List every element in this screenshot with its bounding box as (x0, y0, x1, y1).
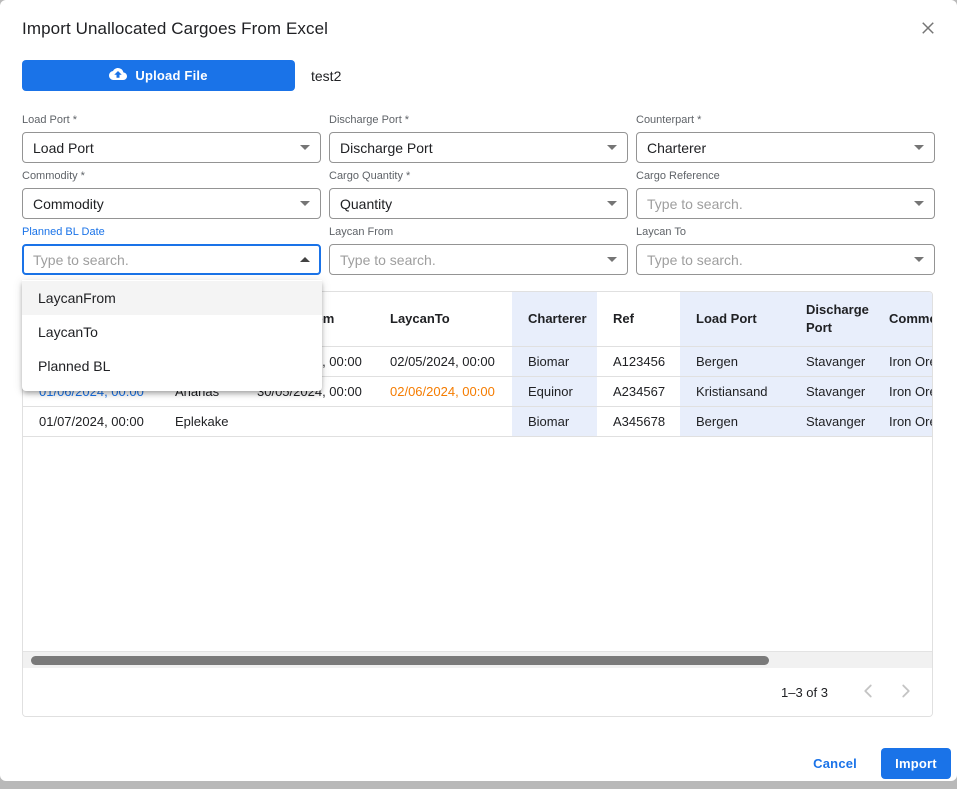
form-field-load-port: Load Port * Load Port (22, 113, 321, 163)
field-label: Load Port * (22, 113, 321, 128)
upload-file-label: Upload File (135, 68, 207, 83)
import-button[interactable]: Import (881, 748, 951, 779)
field-placeholder: Type to search. (340, 252, 436, 268)
dialog-title: Import Unallocated Cargoes From Excel (22, 19, 935, 39)
form-grid: Load Port *Load PortDischarge Port *Disc… (22, 113, 935, 275)
chevron-down-icon (914, 201, 924, 206)
load-port-select[interactable]: Load Port (22, 132, 321, 163)
table-cell: Equinor (512, 376, 597, 406)
table-cell: Biomar (512, 406, 597, 436)
form-field-commodity: Commodity * Commodity (22, 169, 321, 219)
chevron-up-icon (300, 257, 310, 262)
dropdown-option-laycanfrom[interactable]: LaycanFrom (22, 281, 322, 315)
field-label: Laycan To (636, 225, 935, 240)
field-placeholder: Type to search. (33, 252, 129, 268)
field-label: Discharge Port * (329, 113, 628, 128)
table-cell: Stavanger (790, 346, 873, 376)
planned-bl-date-select[interactable]: Type to search. (22, 244, 321, 275)
table-cell: Stavanger (790, 376, 873, 406)
field-value: Load Port (33, 140, 94, 156)
dialog-footer: Cancel Import (813, 748, 951, 779)
uploaded-file-name: test2 (311, 68, 341, 84)
column-header-laycanto: LaycanTo (374, 292, 512, 346)
column-header-charterer: Charterer (512, 292, 597, 346)
table-cell (374, 406, 512, 436)
dropdown-option-laycanto[interactable]: LaycanTo (22, 315, 322, 349)
table-cell: Iron Ore (873, 346, 932, 376)
close-icon (919, 19, 937, 40)
table-cell: Iron Ore (873, 406, 932, 436)
table-cell: Bergen (680, 346, 790, 376)
field-label: Counterpart * (636, 113, 935, 128)
close-button[interactable] (916, 17, 940, 41)
chevron-down-icon (300, 201, 310, 206)
form-field-cargo-quantity: Cargo Quantity * Quantity (329, 169, 628, 219)
upload-file-button[interactable]: Upload File (22, 60, 295, 91)
field-value: Quantity (340, 196, 392, 212)
table-cell: Stavanger (790, 406, 873, 436)
table-cell: A234567 (597, 376, 680, 406)
table-cell: 01/07/2024, 00:00 (23, 406, 159, 436)
commodity-select[interactable]: Commodity (22, 188, 321, 219)
counterpart-select[interactable]: Charterer (636, 132, 935, 163)
dropdown-option-planned-bl[interactable]: Planned BL (22, 349, 322, 383)
upload-row: Upload File test2 (22, 60, 935, 91)
column-header-ref: Ref (597, 292, 680, 346)
field-placeholder: Type to search. (647, 252, 743, 268)
chevron-down-icon (914, 145, 924, 150)
pagination-bar: 1–3 of 3 (23, 668, 932, 716)
field-value: Commodity (33, 196, 104, 212)
horizontal-scrollbar-thumb[interactable] (31, 656, 769, 665)
table-row: 01/07/2024, 00:00Eplekake BiomarA345678Be… (23, 406, 932, 436)
table-cell: A345678 (597, 406, 680, 436)
field-value: Discharge Port (340, 140, 433, 156)
chevron-down-icon (607, 257, 617, 262)
table-cell: Biomar (512, 346, 597, 376)
field-placeholder: Type to search. (647, 196, 743, 212)
chevron-left-icon (857, 680, 879, 705)
field-label: Cargo Quantity * (329, 169, 628, 184)
column-header-discharge-port: Discharge Port (790, 292, 873, 346)
cargo-reference-select[interactable]: Type to search. (636, 188, 935, 219)
table-cell: Eplekake (159, 406, 241, 436)
page-range-label: 1–3 of 3 (781, 685, 828, 700)
field-label: Cargo Reference (636, 169, 935, 184)
field-mapping-dropdown-menu: LaycanFromLaycanToPlanned BL (22, 280, 322, 391)
cloud-upload-icon (109, 65, 127, 86)
table-cell (241, 406, 374, 436)
chevron-down-icon (607, 201, 617, 206)
table-cell: Iron Ore (873, 376, 932, 406)
form-field-discharge-port: Discharge Port * Discharge Port (329, 113, 628, 163)
horizontal-scrollbar-track[interactable] (23, 651, 932, 668)
laycan-from-select[interactable]: Type to search. (329, 244, 628, 275)
table-cell: Kristiansand (680, 376, 790, 406)
field-label: Laycan From (329, 225, 628, 240)
next-page-button[interactable] (894, 680, 918, 704)
chevron-down-icon (914, 257, 924, 262)
field-label: Planned BL Date (22, 225, 321, 240)
cargo-quantity-select[interactable]: Quantity (329, 188, 628, 219)
form-field-laycan-from: Laycan From Type to search. (329, 225, 628, 275)
chevron-down-icon (300, 145, 310, 150)
column-header-load-port: Load Port (680, 292, 790, 346)
table-cell: 02/06/2024, 00:00 (374, 376, 512, 406)
laycan-to-select[interactable]: Type to search. (636, 244, 935, 275)
chevron-right-icon (895, 680, 917, 705)
column-header-commodity: Commodity (873, 292, 932, 346)
dialog-header: Import Unallocated Cargoes From Excel (0, 0, 957, 39)
field-value: Charterer (647, 140, 706, 156)
table-cell: A123456 (597, 346, 680, 376)
cancel-button[interactable]: Cancel (813, 756, 857, 771)
previous-page-button[interactable] (856, 680, 880, 704)
discharge-port-select[interactable]: Discharge Port (329, 132, 628, 163)
form-field-laycan-to: Laycan To Type to search. (636, 225, 935, 275)
import-cargoes-dialog: Import Unallocated Cargoes From Excel Up… (0, 0, 957, 781)
table-cell: 02/05/2024, 00:00 (374, 346, 512, 376)
form-field-cargo-reference: Cargo Reference Type to search. (636, 169, 935, 219)
form-field-planned-bl-date: Planned BL Date Type to search. (22, 225, 321, 275)
field-label: Commodity * (22, 169, 321, 184)
table-cell: Bergen (680, 406, 790, 436)
form-field-counterpart: Counterpart * Charterer (636, 113, 935, 163)
chevron-down-icon (607, 145, 617, 150)
